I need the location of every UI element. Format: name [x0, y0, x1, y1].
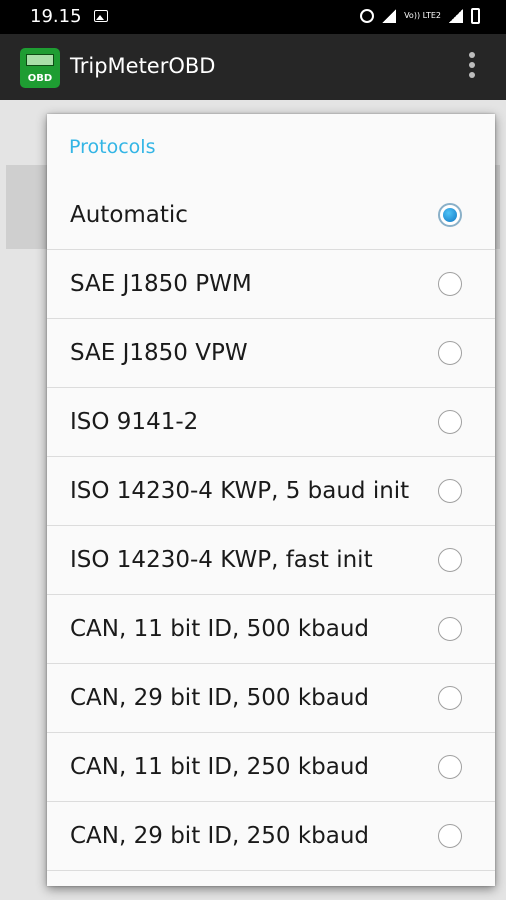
protocol-option-label: ISO 14230-4 KWP, fast init	[70, 547, 373, 573]
logo-text: OBD	[27, 73, 53, 84]
protocol-option[interactable]: CAN, 11 bit ID, 500 kbaud	[47, 595, 495, 664]
protocol-option[interactable]: SAE J1850 VPW	[47, 319, 495, 388]
protocol-option-label: ISO 14230-4 KWP, 5 baud init	[70, 478, 410, 504]
radio-button[interactable]	[438, 686, 462, 710]
signal-icon	[382, 9, 397, 23]
radio-button[interactable]	[438, 617, 462, 641]
radio-button[interactable]	[438, 272, 462, 296]
overflow-menu-icon[interactable]	[466, 52, 478, 84]
protocol-option-label: Automatic	[70, 202, 188, 228]
protocol-option-label: CAN, 11 bit ID, 250 kbaud	[70, 754, 370, 780]
protocol-option[interactable]: ISO 14230-4 KWP, fast init	[47, 526, 495, 595]
status-time: 19.15	[30, 6, 82, 27]
dialog-title: Protocols	[69, 136, 156, 158]
protocol-option[interactable]: CAN, 29 bit ID, 250 kbaud	[47, 802, 495, 871]
gallery-notification-icon	[94, 10, 108, 22]
radio-button[interactable]	[438, 824, 462, 848]
radio-button-checked[interactable]	[438, 203, 462, 227]
signal-icon-2	[449, 9, 463, 23]
radio-button[interactable]	[438, 479, 462, 503]
battery-icon	[471, 8, 480, 24]
protocol-option[interactable]: CAN, 11 bit ID, 250 kbaud	[47, 733, 495, 802]
protocol-option[interactable]: SAE J1850 PWM	[47, 250, 495, 319]
protocol-option[interactable]: CAN, 29 bit ID, 500 kbaud	[47, 664, 495, 733]
radio-button[interactable]	[438, 755, 462, 779]
app-logo-icon: OBD	[20, 48, 60, 88]
app-bar: OBD TripMeterOBD	[0, 34, 506, 100]
protocol-options-list: Automatic SAE J1850 PWM SAE J1850 VPW ISO 9…	[47, 181, 495, 871]
protocol-option-label: SAE J1850 PWM	[70, 271, 252, 297]
status-icons: Vo)) LTE2	[360, 8, 480, 24]
protocol-option[interactable]: ISO 9141-2	[47, 388, 495, 457]
alarm-icon	[360, 9, 375, 23]
lte-indicator: Vo)) LTE2	[404, 11, 441, 20]
protocol-option-label: ISO 9141-2	[70, 409, 199, 435]
protocol-option-label: SAE J1850 VPW	[70, 340, 248, 366]
status-bar: 19.15 Vo)) LTE2	[0, 0, 506, 34]
radio-button[interactable]	[438, 548, 462, 572]
protocol-option-label: CAN, 11 bit ID, 500 kbaud	[70, 616, 370, 642]
protocol-option[interactable]: ISO 14230-4 KWP, 5 baud init	[47, 457, 495, 526]
protocol-option-label: CAN, 29 bit ID, 250 kbaud	[70, 823, 370, 849]
radio-button[interactable]	[438, 410, 462, 434]
app-title: TripMeterOBD	[70, 54, 216, 78]
protocols-dialog: Protocols Automatic SAE J1850 PWM SAE J185…	[47, 114, 495, 886]
protocol-option-label: CAN, 29 bit ID, 500 kbaud	[70, 685, 370, 711]
radio-button[interactable]	[438, 341, 462, 365]
protocol-option[interactable]: Automatic	[47, 181, 495, 250]
